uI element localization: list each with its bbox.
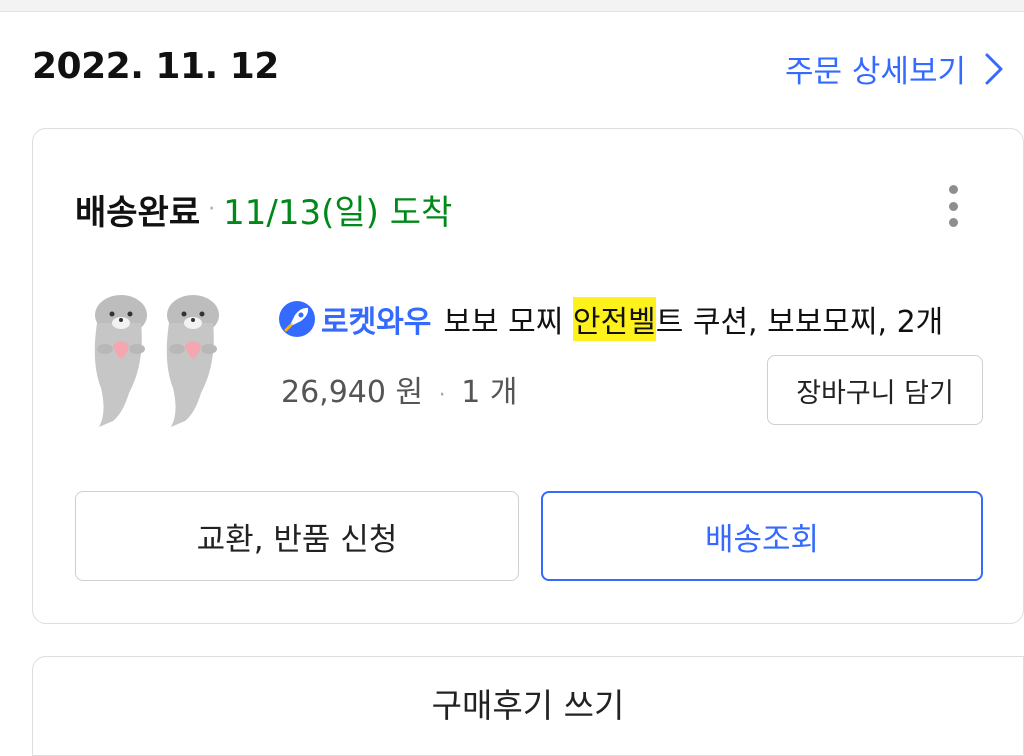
top-divider [0,0,1024,12]
product-title[interactable]: 로켓와우 보보 모찌 안전벨 트 쿠션, 보보모찌, 2개 [277,297,943,341]
order-detail-link[interactable]: 주문 상세보기 [785,46,1004,91]
exchange-return-button[interactable]: 교환, 반품 신청 [75,491,519,581]
more-vertical-icon[interactable] [941,185,965,227]
track-delivery-button[interactable]: 배송조회 [541,491,983,581]
product-price: 26,940 원 [281,375,424,410]
product-title-part: 보보 모찌 [443,305,573,340]
delivery-status-line: 배송완료 · 11/13(일) 도착 [75,185,452,234]
product-title-highlight: 안전벨 [572,297,656,341]
order-detail-label: 주문 상세보기 [785,54,966,90]
separator-dot: · [208,197,216,222]
rocket-wow-badge: 로켓와우 [277,297,431,341]
order-card: 배송완료 · 11/13(일) 도착 로켓와우 보보 모찌 안전벨 트 쿠션, … [32,128,1024,624]
separator-dot: · [438,383,446,408]
price-quantity: 26,940 원 · 1 개 [281,367,517,411]
chevron-right-icon [985,53,1003,84]
delivery-status: 배송완료 [75,193,201,233]
product-image[interactable] [79,293,231,433]
product-quantity: 1 개 [461,375,518,410]
product-title-part: 트 쿠션, 보보모찌, 2개 [655,305,944,340]
arrival-date: 11/13(일) 도착 [223,193,453,233]
write-review-button[interactable]: 구매후기 쓰기 [32,656,1024,756]
rocket-wow-label: 로켓와우 [321,305,432,340]
order-date: 2022. 11. 12 [32,46,279,87]
add-to-cart-button[interactable]: 장바구니 담기 [767,355,983,425]
write-review-label: 구매후기 쓰기 [431,686,625,725]
rocket-icon [279,301,315,337]
